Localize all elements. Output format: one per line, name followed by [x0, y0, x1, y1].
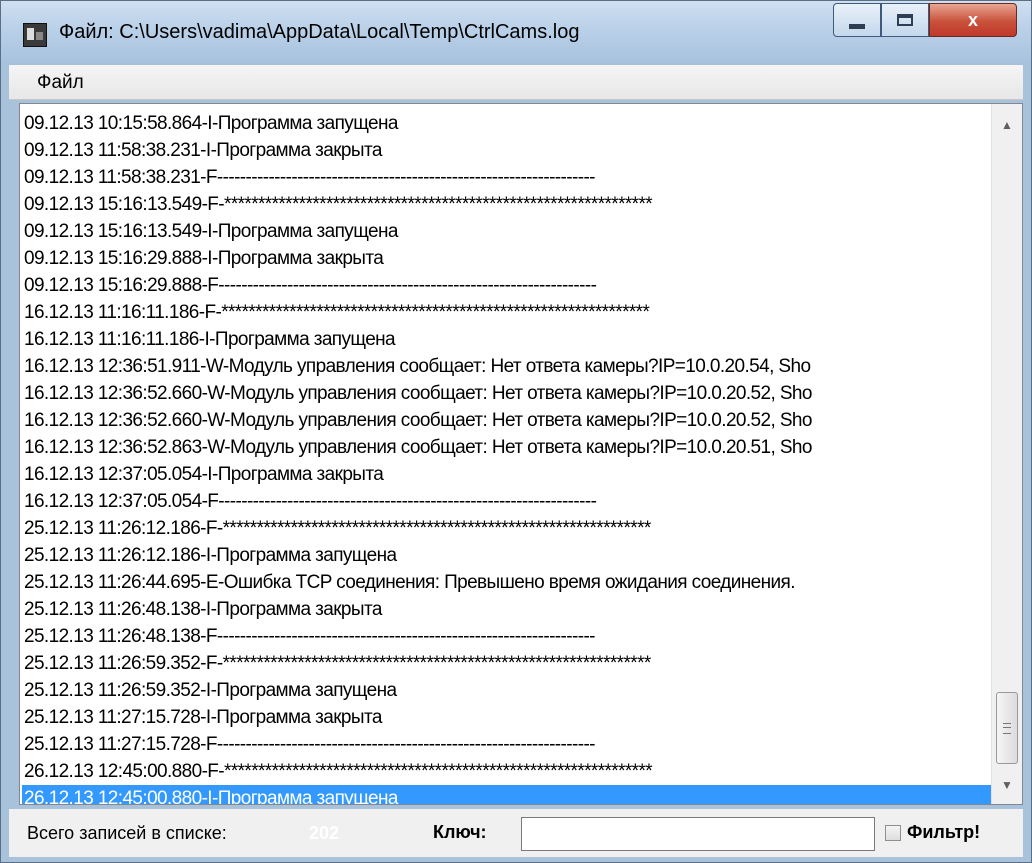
log-line[interactable]: 25.12.13 11:26:12.186-F-****************… — [22, 515, 992, 542]
log-line[interactable]: 16.12.13 12:36:52.660-W-Модуль управлени… — [22, 407, 992, 434]
log-line[interactable]: 09.12.13 11:58:38.231-F-----------------… — [22, 164, 992, 191]
log-lines: 09.12.13 10:15:58.864-I-Программа запуще… — [22, 110, 992, 804]
log-line[interactable]: 09.12.13 15:16:29.888-I-Программа закрыт… — [22, 245, 992, 272]
filter-label[interactable]: Фильтр! — [907, 822, 980, 843]
log-line[interactable]: 16.12.13 11:16:11.186-I-Программа запуще… — [22, 326, 992, 353]
filter-checkbox[interactable] — [885, 825, 901, 841]
arrow-up-icon: ▲ — [1001, 118, 1013, 132]
log-line[interactable]: 16.12.13 11:16:11.186-F-****************… — [22, 299, 992, 326]
log-line[interactable]: 25.12.13 11:26:48.138-F-----------------… — [22, 623, 992, 650]
log-line[interactable]: 16.12.13 12:37:05.054-F-----------------… — [22, 488, 992, 515]
close-icon: x — [967, 9, 978, 30]
log-line[interactable]: 16.12.13 12:36:51.911-W-Модуль управлени… — [22, 353, 992, 380]
log-line[interactable]: 25.12.13 11:27:15.728-I-Программа закрыт… — [22, 704, 992, 731]
key-input[interactable] — [521, 817, 875, 851]
log-listbox[interactable]: 09.12.13 10:15:58.864-I-Программа запуще… — [19, 103, 1023, 805]
log-line[interactable]: 25.12.13 11:26:12.186-I-Программа запуще… — [22, 542, 992, 569]
log-line[interactable]: 09.12.13 15:16:29.888-F-----------------… — [22, 272, 992, 299]
log-viewer-icon[interactable] — [23, 23, 47, 47]
caption-buttons: x — [833, 3, 1017, 41]
scroll-down-button[interactable]: ▼ — [992, 770, 1022, 800]
maximize-icon — [897, 14, 913, 26]
maximize-button[interactable] — [881, 3, 929, 37]
scroll-up-button[interactable]: ▲ — [992, 110, 1022, 140]
arrow-down-icon: ▼ — [1001, 778, 1013, 792]
log-line[interactable]: 16.12.13 12:36:52.660-W-Модуль управлени… — [22, 380, 992, 407]
log-line[interactable]: 16.12.13 12:37:05.054-I-Программа закрыт… — [22, 461, 992, 488]
vertical-scrollbar[interactable]: ▲ ▼ — [991, 104, 1022, 804]
minimize-button[interactable] — [833, 3, 881, 37]
scroll-thumb[interactable] — [996, 692, 1018, 764]
grip-icon — [1003, 722, 1011, 734]
close-button[interactable]: x — [929, 3, 1017, 37]
log-line[interactable]: 25.12.13 11:26:44.695-E-Ошибка TCP соеди… — [22, 569, 992, 596]
log-line[interactable]: 26.12.13 12:45:00.880-I-Программа запуще… — [22, 785, 992, 804]
status-bar: Всего записей в списке: 202 Ключ: Фильтр… — [9, 809, 1023, 857]
menu-file[interactable]: Файл — [37, 72, 84, 94]
log-line[interactable]: 09.12.13 11:58:38.231-I-Программа закрыт… — [22, 137, 992, 164]
log-line[interactable]: 09.12.13 15:16:13.549-F-****************… — [22, 191, 992, 218]
title-bar[interactable]: Файл: C:\Users\vadima\AppData\Local\Temp… — [1, 1, 1031, 65]
log-line[interactable]: 09.12.13 10:15:58.864-I-Программа запуще… — [22, 110, 992, 137]
log-line[interactable]: 25.12.13 11:26:59.352-F-****************… — [22, 650, 992, 677]
window-title: Файл: C:\Users\vadima\AppData\Local\Temp… — [59, 21, 580, 43]
app-window: Файл: C:\Users\vadima\AppData\Local\Temp… — [0, 0, 1032, 863]
key-label: Ключ: — [433, 822, 487, 842]
minimize-icon — [849, 23, 865, 29]
menu-bar: Файл — [9, 65, 1023, 100]
log-line[interactable]: 26.12.13 12:45:00.880-F-****************… — [22, 758, 992, 785]
record-count-label: Всего записей в списке: — [27, 823, 227, 843]
log-line[interactable]: 25.12.13 11:26:59.352-I-Программа запуще… — [22, 677, 992, 704]
log-line[interactable]: 25.12.13 11:27:15.728-F-----------------… — [22, 731, 992, 758]
log-line[interactable]: 25.12.13 11:26:48.138-I-Программа закрыт… — [22, 596, 992, 623]
log-line[interactable]: 16.12.13 12:36:52.863-W-Модуль управлени… — [22, 434, 992, 461]
log-line[interactable]: 09.12.13 15:16:13.549-I-Программа запуще… — [22, 218, 992, 245]
record-count-value: 202 — [309, 823, 340, 843]
